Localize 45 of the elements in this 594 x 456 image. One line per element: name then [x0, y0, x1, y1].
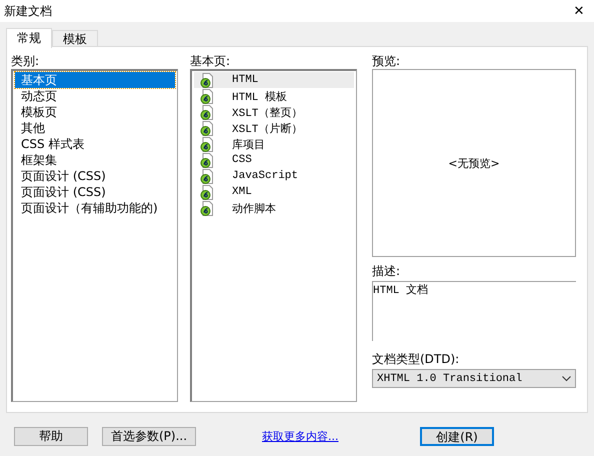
- document-icon: [200, 152, 214, 168]
- page-type-list[interactable]: HTML HTML 模板 XSLT（整页） XSLT（片断） 库项目 CSS JavaScript XML 动作脚本: [190, 69, 357, 402]
- category-item[interactable]: 页面设计 (CSS): [15, 184, 175, 200]
- page-type-item[interactable]: XSLT（片断）: [194, 120, 354, 136]
- more-content-link[interactable]: 获取更多内容...: [262, 429, 338, 444]
- preview-label: 预览:: [372, 53, 400, 69]
- tab[interactable]: 常规: [6, 28, 52, 48]
- page-type-item[interactable]: JavaScript: [194, 168, 354, 184]
- document-icon: [200, 200, 214, 216]
- document-icon: [200, 120, 214, 136]
- document-icon: [200, 72, 214, 88]
- document-icon: [200, 88, 214, 104]
- document-icon: [200, 136, 214, 152]
- doctype-label: 文档类型(DTD):: [372, 351, 460, 367]
- category-item[interactable]: 模板页: [15, 104, 175, 120]
- preview-text: <无预览>: [448, 156, 500, 170]
- doctype-dropdown[interactable]: XHTML 1.0 Transitional: [372, 369, 576, 388]
- page-type-item[interactable]: HTML 模板: [194, 88, 354, 104]
- chevron-icon: [562, 376, 571, 382]
- create-button[interactable]: 创建(R): [420, 427, 494, 446]
- page-type-item[interactable]: XSLT（整页）: [194, 104, 354, 120]
- category-item[interactable]: CSS 样式表: [15, 136, 175, 152]
- category-item[interactable]: 动态页: [15, 88, 175, 104]
- page-type-label: 基本页:: [190, 53, 230, 69]
- document-icon: [200, 104, 214, 120]
- window-title: 新建文档: [4, 2, 52, 20]
- category-item[interactable]: 页面设计（有辅助功能的): [15, 200, 175, 216]
- category-item[interactable]: 页面设计 (CSS): [15, 168, 175, 184]
- description-label: 描述:: [372, 263, 400, 279]
- page-type-item[interactable]: CSS: [194, 152, 354, 168]
- description-text: HTML 文档: [373, 285, 428, 297]
- category-item[interactable]: 基本页: [15, 72, 175, 88]
- category-list[interactable]: 基本页 动态页 模板页 其他 CSS 样式表 框架集 页面设计 (CSS) 页面设计 (CSS) 页面设计（有辅助功能的): [11, 69, 178, 402]
- category-item[interactable]: 其他: [15, 120, 175, 136]
- category-item[interactable]: 框架集: [15, 152, 175, 168]
- category-label: 类别:: [11, 53, 40, 69]
- document-icon: [200, 184, 214, 200]
- page-type-item[interactable]: 库项目: [194, 136, 354, 152]
- page-type-item[interactable]: XML: [194, 184, 354, 200]
- page-type-item[interactable]: HTML: [194, 72, 354, 88]
- dialog-button[interactable]: 帮助: [14, 427, 88, 446]
- dialog-button[interactable]: 首选参数(P)...: [102, 427, 196, 446]
- close-button[interactable]: ✕: [564, 0, 594, 22]
- document-icon: [200, 168, 214, 184]
- page-type-item[interactable]: 动作脚本: [194, 200, 354, 216]
